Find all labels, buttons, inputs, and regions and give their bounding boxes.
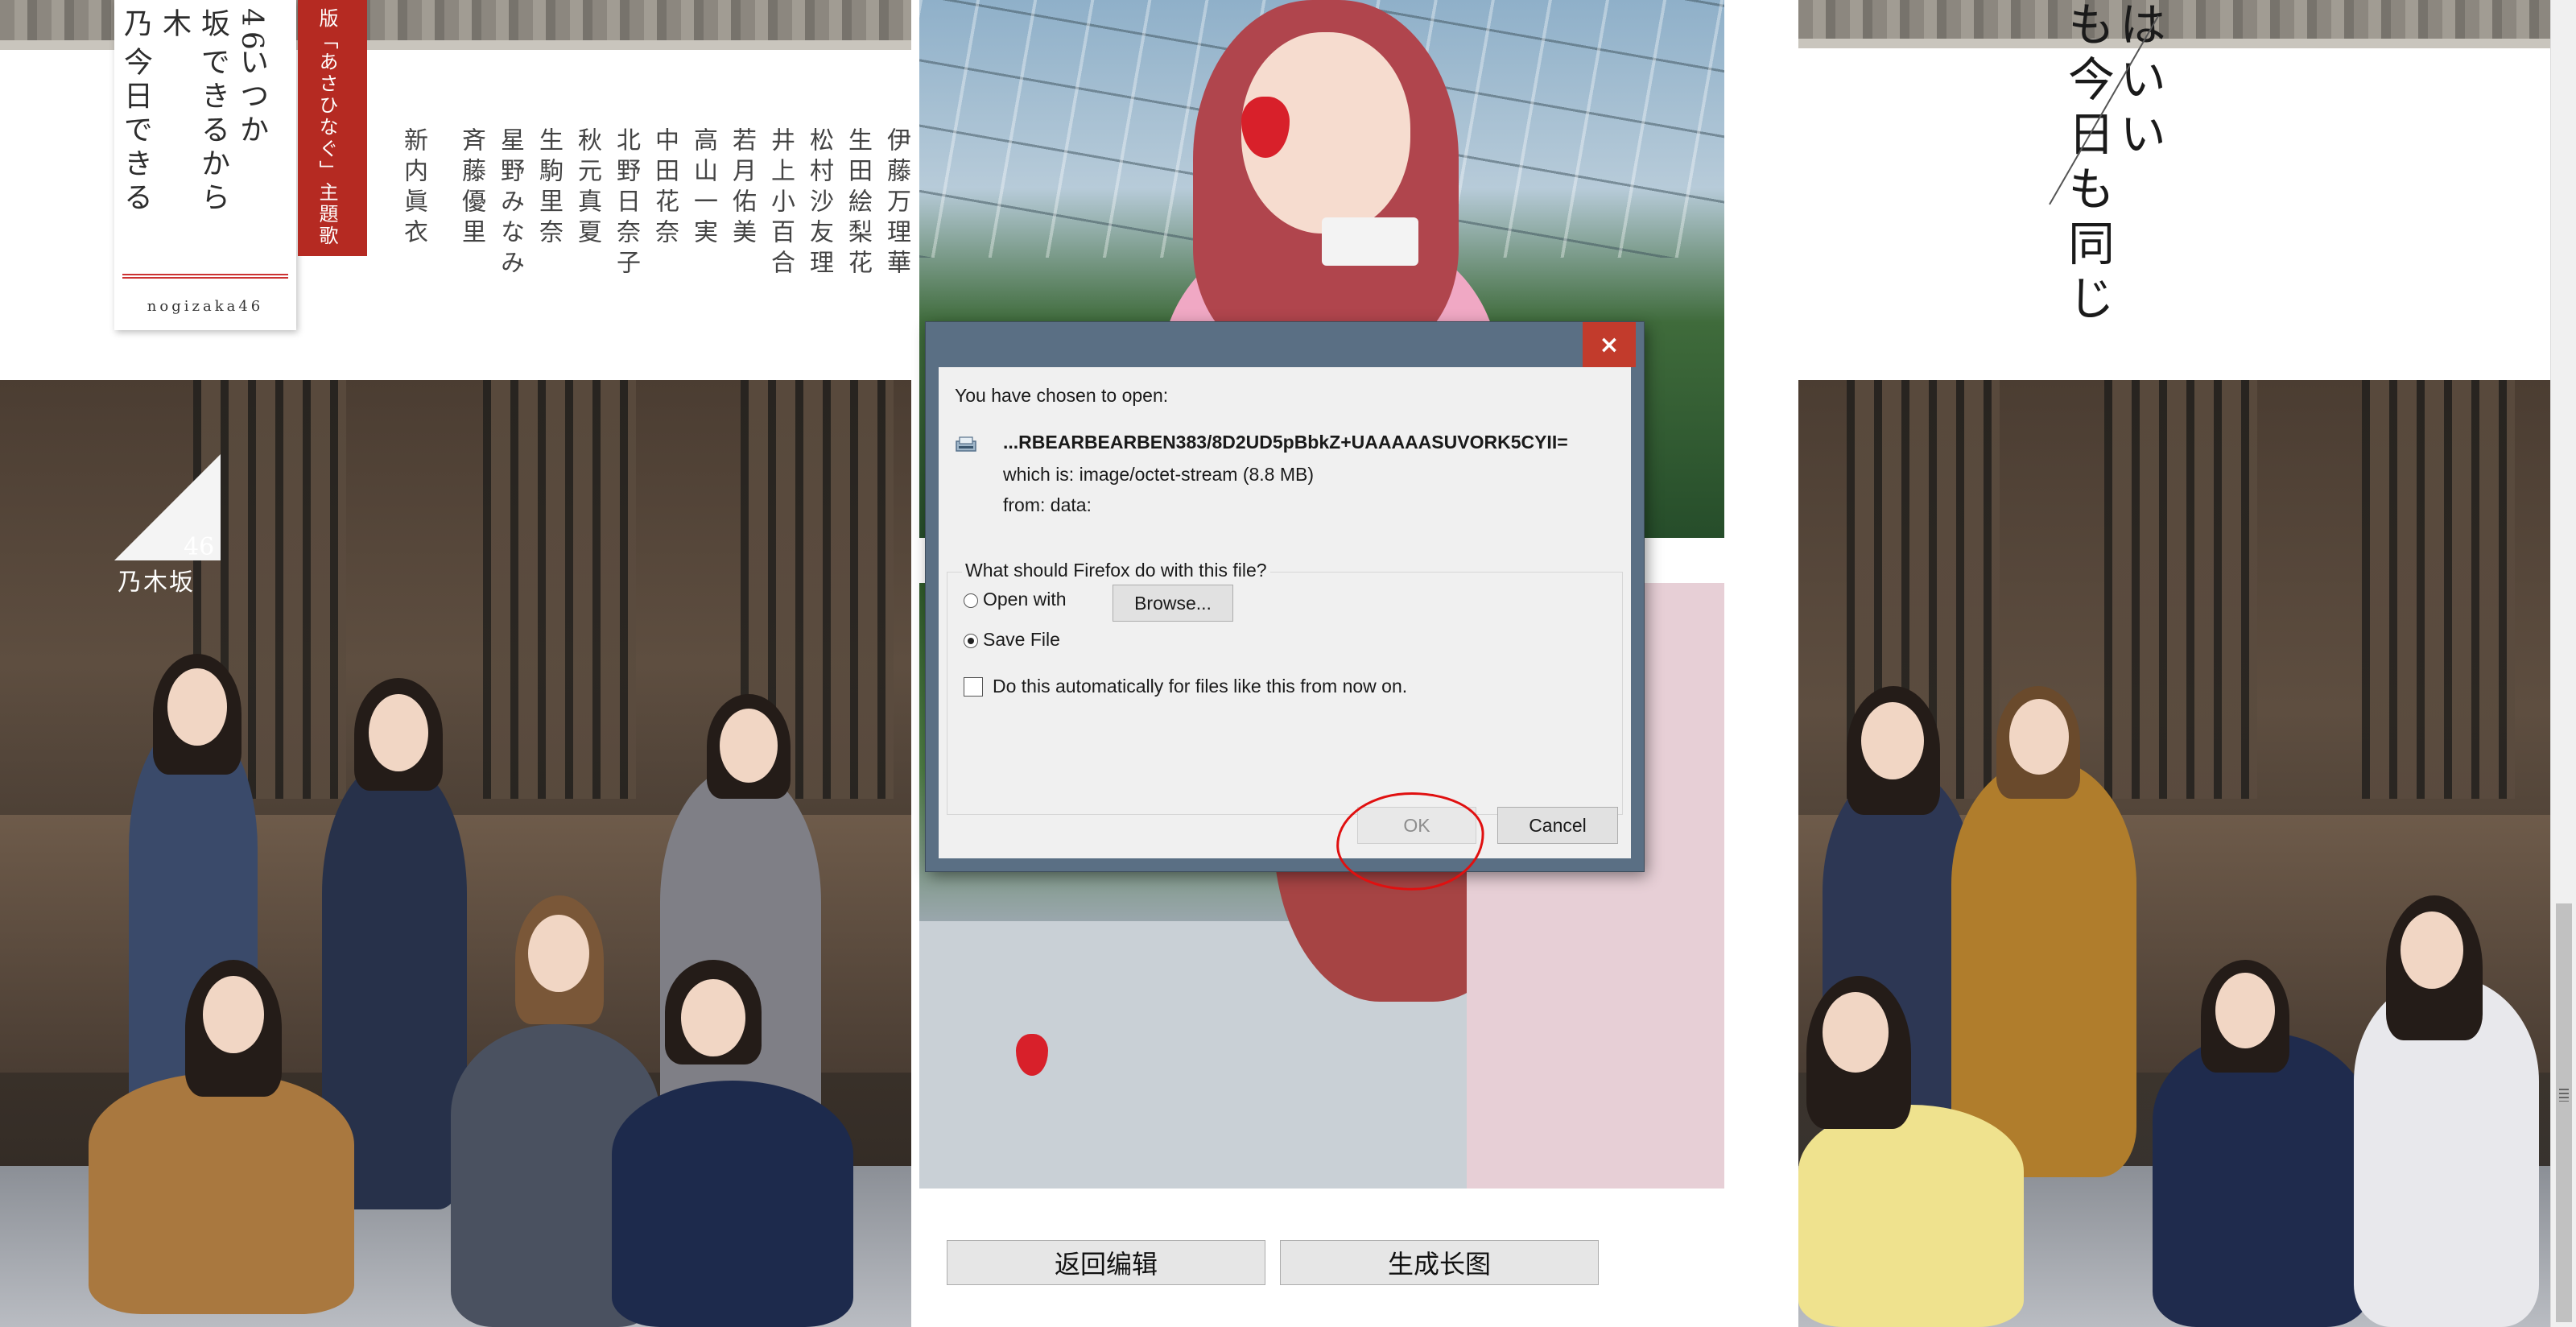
- card-col-itsuka: いつか: [235, 47, 268, 148]
- auto-checkbox[interactable]: [964, 677, 983, 697]
- back-to-edit-button[interactable]: 返回编辑: [947, 1240, 1265, 1285]
- page-scrollbar[interactable]: [2550, 0, 2576, 1327]
- card-col-saka: 坂: [196, 8, 229, 42]
- save-file-radio[interactable]: [964, 634, 978, 648]
- member-name: 井上小百合: [766, 127, 795, 280]
- generate-long-image-button[interactable]: 生成长图: [1280, 1240, 1599, 1285]
- theme-song-tag: 版「あさひなぐ」主題歌: [298, 0, 367, 256]
- member-face: [369, 694, 428, 771]
- member-name: 新内眞衣: [399, 127, 427, 250]
- member-name: 松村沙友理: [805, 127, 833, 280]
- poster-left-top: 46 いつか 坂 できるから 木 乃 今日できる nogizaka46 版「あさ…: [0, 0, 911, 380]
- open-with-label[interactable]: Open with: [983, 589, 1067, 610]
- wooden-lattice: [2362, 380, 2515, 799]
- strawberry: [1016, 1034, 1048, 1076]
- chosen-label: You have chosen to open:: [955, 385, 1169, 406]
- member-name: 生駒里奈: [535, 127, 563, 250]
- save-file-label[interactable]: Save File: [983, 629, 1060, 651]
- file-type: which is: image/octet-stream (8.8 MB): [1003, 464, 1315, 485]
- logo-text: 乃木坂: [118, 568, 195, 597]
- member-name: 中田花奈: [650, 127, 679, 250]
- file-name: ...RBEARBEARBEN383/8D2UD5pBbkZ+UAAAAASUV…: [1003, 432, 1568, 453]
- member-name: 若月佑美: [728, 127, 756, 250]
- action-question: What should Firefox do with this file?: [962, 560, 1270, 581]
- scroll-grip-icon: [2559, 1089, 2569, 1102]
- member-face: [203, 976, 264, 1053]
- member-name: 斉藤優里: [457, 127, 485, 250]
- member-name: 星野みなみ: [496, 127, 524, 280]
- file-source: from: data:: [1003, 494, 1092, 515]
- member-name: 秋元真夏: [573, 127, 601, 250]
- member-face: [2401, 912, 2463, 989]
- member-face: [681, 979, 745, 1056]
- dialog-body: You have chosen to open: ...RBEARBEARBEN…: [939, 367, 1631, 858]
- wooden-lattice: [2104, 380, 2257, 799]
- browse-button[interactable]: Browse...: [1113, 585, 1233, 622]
- title-card: 46 いつか 坂 できるから 木 乃 今日できる nogizaka46: [114, 0, 296, 330]
- wooden-lattice: [483, 380, 636, 799]
- member-face: [1861, 702, 1924, 779]
- member-figure: [2153, 1032, 2370, 1327]
- member-face: [2215, 973, 2275, 1048]
- card-col-kyou: 今日できる: [119, 47, 152, 216]
- card-col-ki: 木: [158, 8, 191, 42]
- member-face: [1823, 992, 1889, 1073]
- member-name: 伊藤万理華: [882, 127, 910, 280]
- member-name: 高山一実: [689, 127, 717, 250]
- member-face: [720, 709, 778, 783]
- auto-label[interactable]: Do this automatically for files like thi…: [993, 676, 1407, 697]
- member-figure: [89, 1073, 354, 1314]
- member-face: [528, 915, 589, 992]
- member-name: 北野日奈子: [612, 127, 640, 280]
- group-photo-left: 46 乃木坂: [0, 380, 911, 1327]
- lyric-line: はいい: [2112, 0, 2166, 164]
- action-group: What should Firefox do with this file? O…: [947, 560, 1623, 815]
- poster-right-top: はいい も今日も同じ: [1798, 0, 2550, 380]
- close-icon[interactable]: ×: [1583, 322, 1636, 367]
- group-photo-right: [1798, 380, 2550, 1327]
- member-face: [167, 668, 227, 746]
- gravel-ground: [1798, 0, 2550, 48]
- download-dialog: × You have chosen to open: ...RBEARBEARB…: [926, 322, 1644, 871]
- cancel-button[interactable]: Cancel: [1497, 807, 1618, 844]
- berry-tray: [1322, 217, 1418, 266]
- member-figure: [612, 1081, 853, 1327]
- card-col-dekirukara: できるから: [196, 47, 229, 216]
- theme-song-text: 版「あさひなぐ」主題歌: [316, 8, 338, 247]
- member-name: 生田絵梨花: [844, 127, 872, 280]
- card-col-no: 乃: [119, 8, 152, 42]
- member-face: [2009, 699, 2069, 775]
- member-figure: [1951, 759, 2136, 1177]
- card-red-rule: [122, 274, 288, 279]
- scroll-thumb[interactable]: [2556, 903, 2572, 1322]
- open-with-radio[interactable]: [964, 593, 978, 608]
- card-footer: nogizaka46: [147, 298, 264, 315]
- file-download-icon: [956, 436, 976, 452]
- logo-number: 46: [184, 533, 215, 561]
- member-figure: [1798, 1105, 2024, 1327]
